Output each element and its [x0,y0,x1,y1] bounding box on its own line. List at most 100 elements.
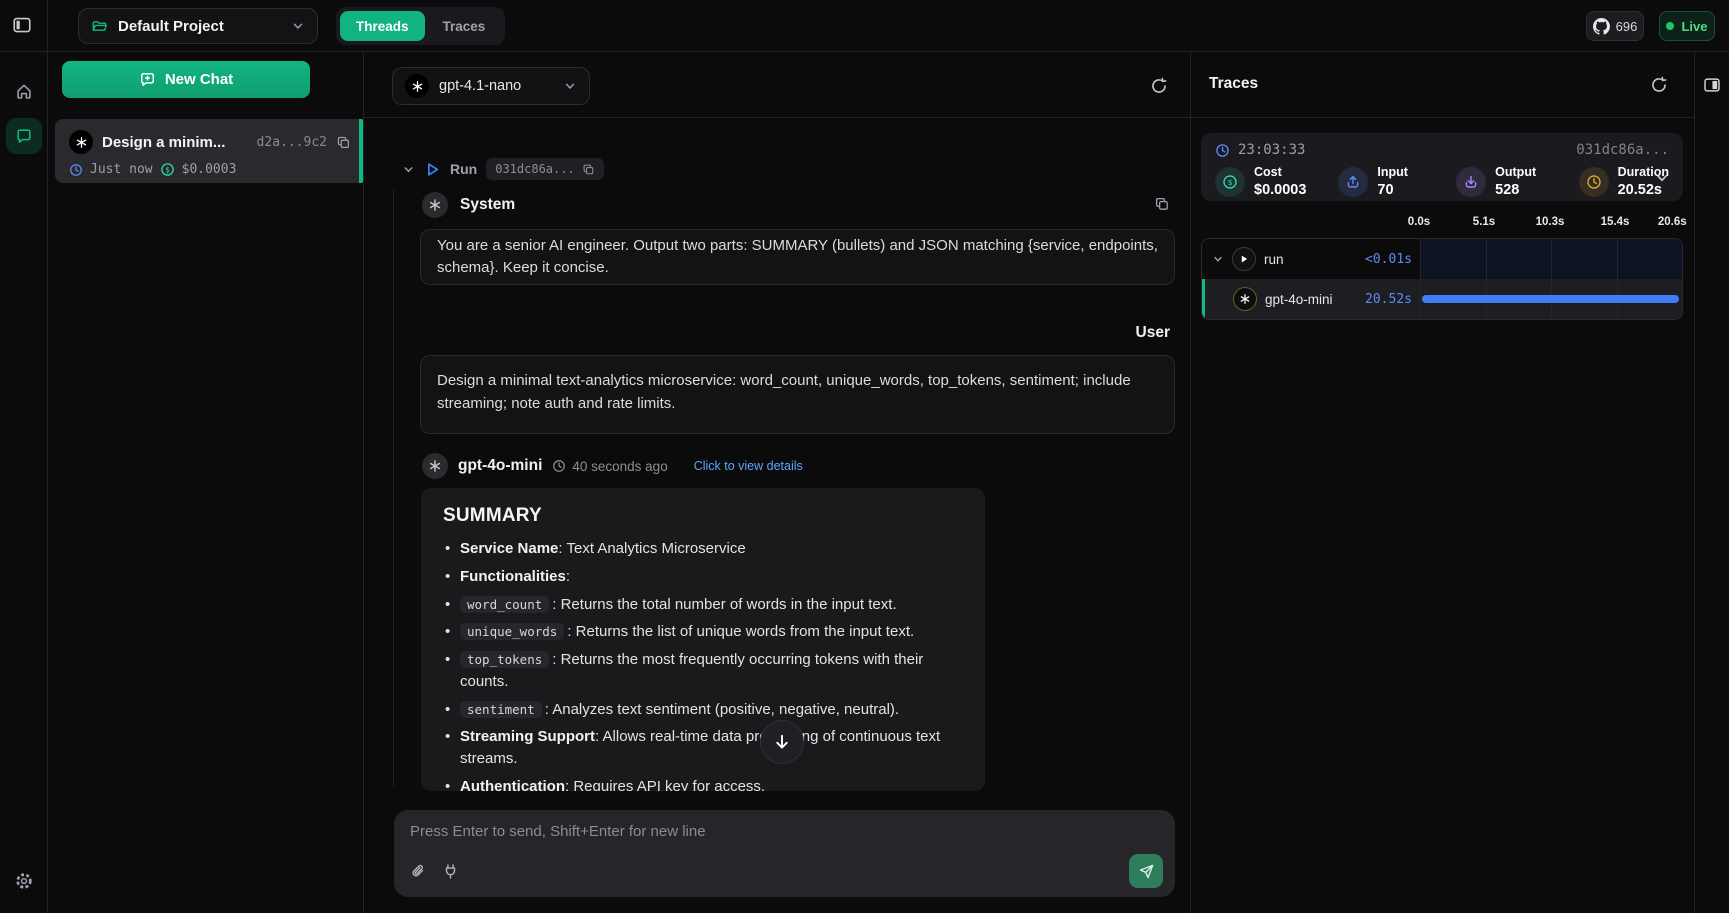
github-stars-badge[interactable]: 696 [1586,11,1644,41]
system-role-label: System [460,196,515,214]
chat-cost: $0.0003 [182,162,237,177]
timeline-grid [1420,239,1682,279]
summary-bullet: top_tokens: Returns the most frequently … [443,649,963,693]
plug-icon[interactable] [442,863,459,880]
input-upload-icon [1338,167,1368,197]
chat-time: Just now [90,162,153,177]
settings-gear-icon[interactable] [14,871,34,891]
selected-accent-bar [1202,279,1205,319]
thread-indent-guide [393,189,394,787]
cost-coin-icon: $ [160,162,175,177]
trace-id: 031dc86a... [1576,142,1669,158]
panel-toggle-icon[interactable] [1703,76,1721,94]
folder-open-icon [91,18,108,35]
user-role-label: User [1136,324,1170,342]
assistant-response-card: SUMMARY Service Name: Text Analytics Mic… [421,488,985,791]
span-duration: 20.52s [1365,292,1412,307]
live-dot-icon [1666,22,1674,30]
assistant-message-header: gpt-4o-mini 40 seconds ago Click to view… [422,453,803,479]
new-chat-button[interactable]: New Chat [62,61,310,98]
chevron-down-icon [563,79,577,93]
user-message: Design a minimal text-analytics microser… [420,355,1175,434]
assistant-model-name: gpt-4o-mini [458,457,542,475]
traces-title: Traces [1209,75,1258,93]
summary-bullet: Service Name: Text Analytics Microservic… [443,538,963,560]
project-selector-label: Default Project [118,18,281,35]
stat-cost: $ Cost$0.0003 [1215,165,1338,199]
composer-toolbar [410,854,1163,888]
left-rail [0,0,48,913]
timeline-row-run[interactable]: run <0.01s [1202,239,1682,279]
github-icon [1593,18,1610,35]
app-window: Default Project Threads Traces 696 Live … [0,0,1729,913]
chat-list-item[interactable]: Design a minim... d2a...9c2 Just now $ $… [55,119,363,183]
message-input[interactable] [410,823,1159,853]
new-chat-icon [139,71,156,88]
span-duration-bar [1422,295,1679,303]
view-details-link[interactable]: Click to view details [694,459,803,473]
chat-header: gpt-4.1-nano [364,52,1190,118]
span-name: run [1264,252,1284,267]
copy-icon[interactable] [336,135,351,150]
summary-bullet: sentiment: Analyzes text sentiment (posi… [443,699,963,721]
model-selector[interactable]: gpt-4.1-nano [392,67,590,105]
chevron-down-icon[interactable] [1654,170,1670,186]
summary-bullet: unique_words: Returns the list of unique… [443,621,963,643]
cost-coin-icon: $ [1215,167,1245,197]
traces-header: Traces [1191,52,1694,118]
chat-title: Design a minim... [102,134,248,151]
live-status-badge: Live [1659,11,1715,41]
axis-tick: 10.3s [1536,216,1565,228]
duration-clock-icon [1579,167,1609,197]
axis-tick: 5.1s [1473,216,1495,228]
chat-main-panel: gpt-4.1-nano Run 031dc86a... [364,52,1191,913]
stat-input: Input70 [1338,165,1456,199]
sidebar-toggle-icon[interactable] [12,15,32,35]
axis-tick: 15.4s [1601,216,1630,228]
tab-threads[interactable]: Threads [340,11,425,41]
home-icon[interactable] [14,82,33,101]
run-id: 031dc86a... [495,162,574,176]
arrow-down-icon [773,733,791,751]
refresh-icon[interactable] [1150,77,1168,95]
span-name: gpt-4o-mini [1265,292,1333,307]
traces-panel: Traces 23:03:33 031dc86a... $ Cost$0.000… [1191,52,1694,913]
chat-icon[interactable] [6,118,42,154]
play-icon [1232,247,1256,271]
timeline-row-gpt-4o-mini[interactable]: gpt-4o-mini 20.52s [1202,279,1682,319]
chevron-down-icon[interactable] [1212,253,1224,265]
view-tabs: Threads Traces [336,7,505,45]
summary-bullet: Streaming Support: Allows real-time data… [443,726,963,770]
openai-icon [405,74,429,98]
summary-bullet: word_count: Returns the total number of … [443,594,963,616]
timeline-axis: 0.0s 5.1s 10.3s 15.4s 20.6s [1201,216,1683,232]
axis-tick: 0.0s [1408,216,1430,228]
trace-summary-card[interactable]: 23:03:33 031dc86a... $ Cost$0.0003 Input… [1201,133,1683,201]
openai-avatar [422,192,448,218]
message-composer [394,810,1175,897]
run-label: Run [450,161,477,177]
topbar: Default Project Threads Traces 696 Live [0,0,1729,52]
stat-output: Output528 [1456,165,1578,199]
openai-avatar [422,453,448,479]
svg-text:$: $ [1228,178,1233,187]
system-message-header: System [422,192,515,218]
copy-icon[interactable] [1154,196,1170,212]
system-message: You are a senior AI engineer. Output two… [420,229,1175,285]
chevron-down-icon[interactable] [402,163,415,176]
github-star-count: 696 [1616,19,1638,34]
axis-tick: 20.6s [1658,216,1687,228]
send-button[interactable] [1129,854,1163,888]
tab-traces[interactable]: Traces [427,11,502,41]
chevron-down-icon [291,19,305,33]
selected-accent-bar [359,119,363,183]
run-id-badge[interactable]: 031dc86a... [486,158,603,180]
play-icon [424,161,441,178]
attachment-paperclip-icon[interactable] [410,863,427,880]
project-selector[interactable]: Default Project [78,8,318,44]
live-label: Live [1681,19,1707,34]
output-download-icon [1456,167,1486,197]
clock-icon [552,459,566,473]
refresh-icon[interactable] [1650,76,1668,94]
scroll-to-bottom-button[interactable] [760,720,804,764]
